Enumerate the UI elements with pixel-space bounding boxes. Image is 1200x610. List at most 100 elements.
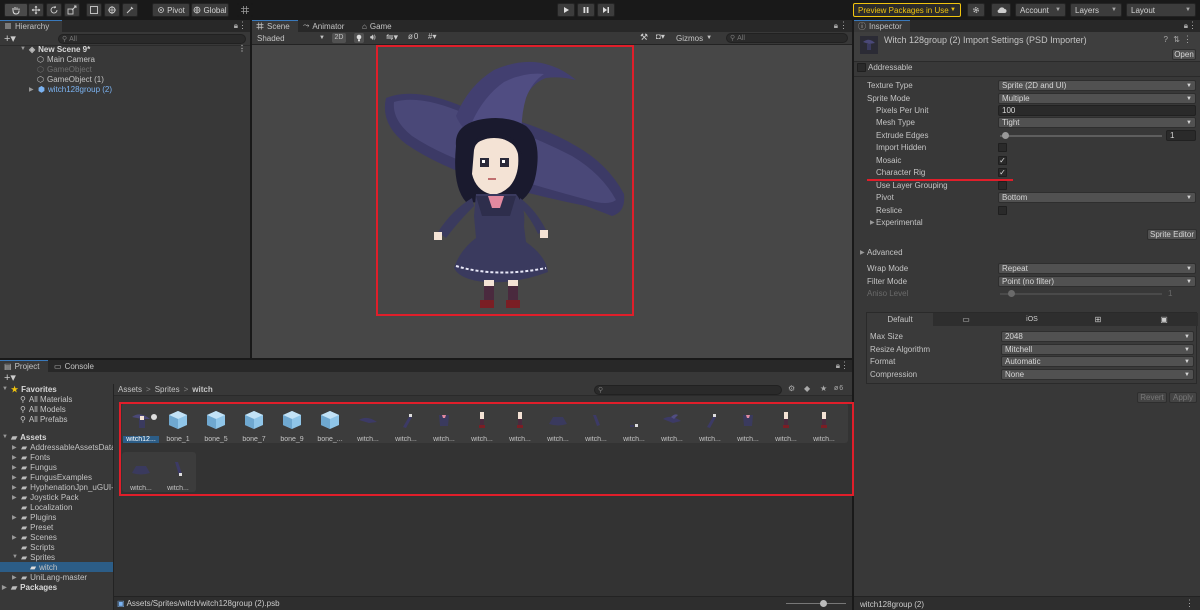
hidden-packages-toggle[interactable]: ø 6 xyxy=(834,385,843,392)
asset-item[interactable]: witch... xyxy=(502,404,538,450)
tab-platform-default[interactable]: Default xyxy=(867,313,933,326)
texture-type-dropdown[interactable]: Sprite (2D and UI) ▼ xyxy=(998,80,1196,91)
tab-platform-android[interactable]: ▣ xyxy=(1131,313,1197,326)
scene-search-input[interactable]: ⚲ All xyxy=(726,33,848,43)
asset-item[interactable]: witch... xyxy=(464,404,500,450)
filter-by-label-icon[interactable]: ◆ xyxy=(804,384,810,393)
tab-platform-windows[interactable]: ⊞ xyxy=(1065,313,1131,326)
asset-item[interactable]: witch... xyxy=(426,404,462,450)
folder-item[interactable]: ▶ ▰ UniLang-master xyxy=(12,572,87,582)
gizmos-dropdown[interactable]: Gizmos ▼ xyxy=(676,32,712,44)
star-icon[interactable]: ★ xyxy=(820,384,827,393)
add-object-button[interactable]: +▾ xyxy=(4,32,16,45)
sprite-editor-button[interactable]: Sprite Editor xyxy=(1147,229,1197,240)
apply-button[interactable]: Apply xyxy=(1169,392,1197,403)
asset-item[interactable]: bone_5 xyxy=(198,404,234,450)
favorite-item[interactable]: ⚲ All Materials xyxy=(20,394,72,404)
favorites-header[interactable]: ▼ ★ Favorites xyxy=(2,384,57,394)
rotate-tool-button[interactable] xyxy=(46,3,62,17)
import-hidden-checkbox[interactable] xyxy=(998,143,1007,152)
asset-item[interactable]: witch12... xyxy=(123,404,159,450)
open-button[interactable]: Open xyxy=(1172,49,1196,60)
folder-item[interactable]: ▶ ▰ Fungus xyxy=(12,462,57,472)
lock-icon[interactable]: 🔒︎ xyxy=(834,21,838,31)
tab-hierarchy[interactable]: Hierarchy xyxy=(0,20,62,32)
folder-item[interactable]: ▶ ▰ Plugins xyxy=(12,512,56,522)
extrude-edges-slider-knob[interactable] xyxy=(1002,132,1009,139)
asset-item[interactable]: witch... xyxy=(540,404,576,450)
character-rig-checkbox[interactable]: ✓ xyxy=(998,168,1007,177)
aniso-level-slider-knob[interactable] xyxy=(1008,290,1015,297)
asset-item[interactable]: witch... xyxy=(123,453,159,499)
wrap-mode-dropdown[interactable]: Repeat ▼ xyxy=(998,263,1196,274)
tab-inspector[interactable]: ⓘ Inspector xyxy=(854,20,910,32)
breadcrumb-item-current[interactable]: witch xyxy=(192,385,212,394)
mosaic-checkbox[interactable]: ✓ xyxy=(998,156,1007,165)
folder-item[interactable]: ▶ ▰ Fonts xyxy=(12,452,50,462)
account-dropdown[interactable]: Account ▼ xyxy=(1015,3,1066,17)
help-icon[interactable]: ? xyxy=(1164,35,1168,44)
footer-menu-icon[interactable]: ⋮ xyxy=(1185,598,1194,609)
tab-platform-standalone[interactable]: ▭ xyxy=(933,313,999,326)
step-button[interactable] xyxy=(597,3,615,17)
asset-item[interactable]: bone_7 xyxy=(236,404,272,450)
tab-scene[interactable]: Scene xyxy=(252,20,298,32)
pivot-dropdown[interactable]: Bottom ▼ xyxy=(998,192,1196,203)
favorite-item[interactable]: ⚲ All Prefabs xyxy=(20,414,68,424)
tab-animator[interactable]: ⤳ Animator xyxy=(299,20,357,32)
addressable-checkbox[interactable] xyxy=(857,63,866,72)
audio-toggle[interactable]: 🔊︎ xyxy=(370,32,376,43)
scene-menu-icon[interactable]: ⋮ xyxy=(238,44,246,53)
sprite-mode-dropdown[interactable]: Multiple ▼ xyxy=(998,93,1196,104)
transform-tool-button[interactable] xyxy=(104,3,120,17)
cloud-button[interactable] xyxy=(991,3,1011,17)
folder-item[interactable]: ▶ ▰ Joystick Pack xyxy=(12,492,79,502)
hand-tool-button[interactable] xyxy=(4,3,28,17)
hidden-objects-toggle[interactable]: ø 0 xyxy=(408,32,418,41)
move-tool-button[interactable] xyxy=(28,3,44,17)
packages-header[interactable]: ▶ ▰ Packages xyxy=(2,582,57,592)
experimental-row[interactable]: ▶ Experimental xyxy=(854,217,1200,229)
compression-dropdown[interactable]: None ▼ xyxy=(1001,369,1194,380)
play-button[interactable] xyxy=(557,3,575,17)
asset-item[interactable]: bone_... xyxy=(312,404,348,450)
layout-dropdown[interactable]: Layout ▼ xyxy=(1126,3,1196,17)
favorite-item[interactable]: ⚲ All Models xyxy=(20,404,66,414)
hierarchy-item[interactable]: ▶ ⬢ witch128group (2) xyxy=(29,84,112,94)
asset-item[interactable]: witch... xyxy=(578,404,614,450)
asset-item[interactable]: witch... xyxy=(160,453,196,499)
hierarchy-search-input[interactable]: ⚲ All xyxy=(58,34,246,44)
extrude-edges-input[interactable]: 1 xyxy=(1166,130,1196,141)
filter-mode-dropdown[interactable]: Point (no filter) ▼ xyxy=(998,276,1196,287)
hierarchy-item[interactable]: ⬡ Main Camera xyxy=(37,54,95,64)
icon-size-slider-knob[interactable] xyxy=(820,600,827,607)
asset-item[interactable]: witch... xyxy=(806,404,842,450)
asset-item[interactable]: witch... xyxy=(350,404,386,450)
grid-snap-button[interactable] xyxy=(237,3,253,17)
preview-packages-dropdown[interactable]: Preview Packages in Use ▼ xyxy=(853,3,961,17)
preset-icon[interactable]: ⇅ xyxy=(1173,35,1180,44)
breadcrumb-item[interactable]: Assets xyxy=(118,385,142,394)
folder-item-selected[interactable]: ▰ witch xyxy=(0,562,113,572)
breadcrumb-item[interactable]: Sprites xyxy=(155,385,180,394)
hierarchy-item[interactable]: ⬡ GameObject (1) xyxy=(37,74,104,84)
tab-console[interactable]: ▭ Console xyxy=(50,360,98,372)
resize-algorithm-dropdown[interactable]: Mitchell ▼ xyxy=(1001,344,1194,355)
project-search-input[interactable]: ⚲ xyxy=(594,385,782,395)
scene-item[interactable]: ▼ ◈ New Scene 9* ⋮ xyxy=(20,44,250,54)
filter-by-type-icon[interactable]: ⚙ xyxy=(788,384,795,393)
component-menu-icon[interactable]: ⋮ xyxy=(1183,34,1192,45)
asset-item[interactable]: witch... xyxy=(692,404,728,450)
pause-button[interactable] xyxy=(577,3,595,17)
global-toggle[interactable]: Global xyxy=(191,3,229,17)
assets-header[interactable]: ▼ ▰ Assets xyxy=(2,432,46,442)
panel-menu-icon[interactable]: ⋮ xyxy=(840,360,849,371)
shading-mode-dropdown[interactable]: Shaded ▼ xyxy=(254,32,328,44)
tab-platform-ios[interactable]: iOS xyxy=(999,313,1065,326)
reslice-checkbox[interactable] xyxy=(998,206,1007,215)
format-dropdown[interactable]: Automatic ▼ xyxy=(1001,356,1194,367)
folder-item[interactable]: ▰ Preset xyxy=(12,522,53,532)
tools-toggle[interactable]: ⚒ xyxy=(640,32,648,43)
asset-item[interactable]: bone_1 xyxy=(160,404,196,450)
panel-menu-icon[interactable]: ⋮ xyxy=(839,20,848,31)
